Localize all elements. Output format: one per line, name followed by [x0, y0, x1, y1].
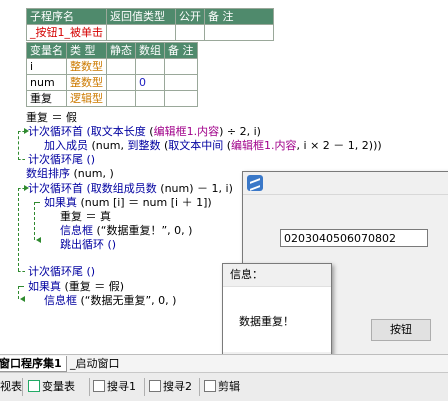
code-line[interactable]: 重复 ＝ 假	[26, 111, 77, 125]
var-static[interactable]	[106, 90, 136, 107]
code-line[interactable]: 计次循环尾 ()	[28, 153, 95, 167]
code-line[interactable]: 信息框 (“数据无重复”, 0, )	[44, 294, 176, 308]
search-icon	[149, 380, 161, 392]
panel-view-table[interactable]: 视表	[0, 378, 22, 396]
var-remark[interactable]	[164, 58, 198, 75]
divider	[89, 378, 90, 396]
public-cell[interactable]	[175, 24, 205, 41]
dialog-title[interactable]: 信息：	[223, 264, 331, 287]
divider	[144, 378, 145, 396]
clipboard-icon	[204, 380, 216, 392]
loop-guide	[18, 159, 25, 160]
var-static[interactable]	[106, 74, 136, 91]
if-guide	[18, 286, 24, 287]
code-line[interactable]: 计次循环首 (取文本长度 (编辑框1.内容) ÷ 2, i)	[28, 125, 261, 139]
var-type[interactable]: 整数型	[66, 58, 107, 75]
code-line[interactable]: 如果真 (num [i] ＝ num [i ＋ 1])	[44, 196, 212, 210]
col-remark: 备 注	[204, 8, 274, 25]
loop-guide	[18, 131, 19, 160]
panel-search-2[interactable]: 搜寻2	[149, 378, 192, 396]
program-window-titlebar[interactable]	[243, 172, 448, 195]
divider	[199, 378, 200, 396]
col-static: 静态	[106, 42, 136, 59]
if-guide	[18, 286, 19, 299]
code-line[interactable]: 信息框 (“数据重复！”, 0, )	[60, 224, 192, 238]
divider	[22, 378, 23, 396]
panel-variable-table[interactable]: 变量表	[28, 378, 75, 396]
col-sub-name: 子程序名	[26, 8, 107, 25]
edit-box[interactable]: 0203040506070802	[280, 229, 428, 247]
col-var-name: 变量名	[26, 42, 67, 59]
code-line[interactable]: 如果真 (重复 ＝ 假)	[28, 280, 124, 294]
code-line[interactable]: 重复 ＝ 真	[60, 210, 111, 224]
col-var-remark: 备 注	[164, 42, 198, 59]
col-array: 数组	[135, 42, 165, 59]
variable-table: 变量名 类 型 静态 数组 备 注 i 整数型 num 整数型 0 重复 逻辑型	[26, 42, 198, 107]
panel-search-1[interactable]: 搜寻1	[93, 378, 136, 396]
variable-table-icon	[28, 380, 40, 392]
var-remark[interactable]	[164, 90, 198, 107]
var-remark[interactable]	[164, 74, 198, 91]
subroutine-name[interactable]: _按钮1_被单击	[26, 24, 107, 41]
var-array[interactable]	[135, 58, 165, 75]
panel-clip[interactable]: 剪辑	[204, 378, 240, 396]
if-guide	[34, 202, 35, 240]
var-type[interactable]: 整数型	[66, 74, 107, 91]
run-button[interactable]: 按钮	[371, 319, 431, 341]
var-static[interactable]	[106, 58, 136, 75]
col-return-type: 返回值类型	[106, 8, 176, 25]
tab-startup-window[interactable]: _启动窗口	[66, 356, 124, 371]
var-name[interactable]: i	[26, 58, 67, 75]
bottom-panel-bar: 视表 变量表 搜寻1 搜寻2 剪辑	[0, 372, 448, 401]
code-line[interactable]: 数组排序 (num, )	[26, 167, 114, 181]
code-line[interactable]: 跳出循环 ()	[60, 238, 116, 252]
code-line[interactable]: 计次循环首 (取数组成员数 (num) － 1, i)	[28, 182, 233, 196]
dialog-message: 数据重复！	[239, 315, 294, 328]
if-arrow	[20, 296, 25, 302]
code-line[interactable]: 加入成员 (num, 到整数 (取文本中间 (编辑框1.内容, i × 2 － …	[44, 139, 382, 153]
return-type-cell[interactable]	[106, 24, 176, 41]
loop-guide	[18, 271, 25, 272]
loop-guide	[18, 188, 19, 271]
code-line[interactable]: 计次循环尾 ()	[28, 265, 95, 279]
remark-cell[interactable]	[204, 24, 274, 41]
var-array[interactable]: 0	[135, 74, 165, 91]
var-type[interactable]: 逻辑型	[66, 90, 107, 107]
if-guide	[34, 202, 40, 203]
search-icon	[93, 380, 105, 392]
tab-program-set[interactable]: 窗口程序集1	[0, 356, 67, 372]
var-name[interactable]: num	[26, 74, 67, 91]
if-arrow	[36, 237, 41, 243]
subroutine-table: 子程序名 返回值类型 公开 备 注 _按钮1_被单击	[26, 8, 274, 41]
col-public: 公开	[175, 8, 205, 25]
var-array[interactable]	[135, 90, 165, 107]
editor-tabs: 窗口程序集1 _启动窗口	[0, 354, 448, 372]
col-type: 类 型	[66, 42, 107, 59]
app-icon	[247, 175, 263, 191]
var-name[interactable]: 重复	[26, 90, 67, 107]
